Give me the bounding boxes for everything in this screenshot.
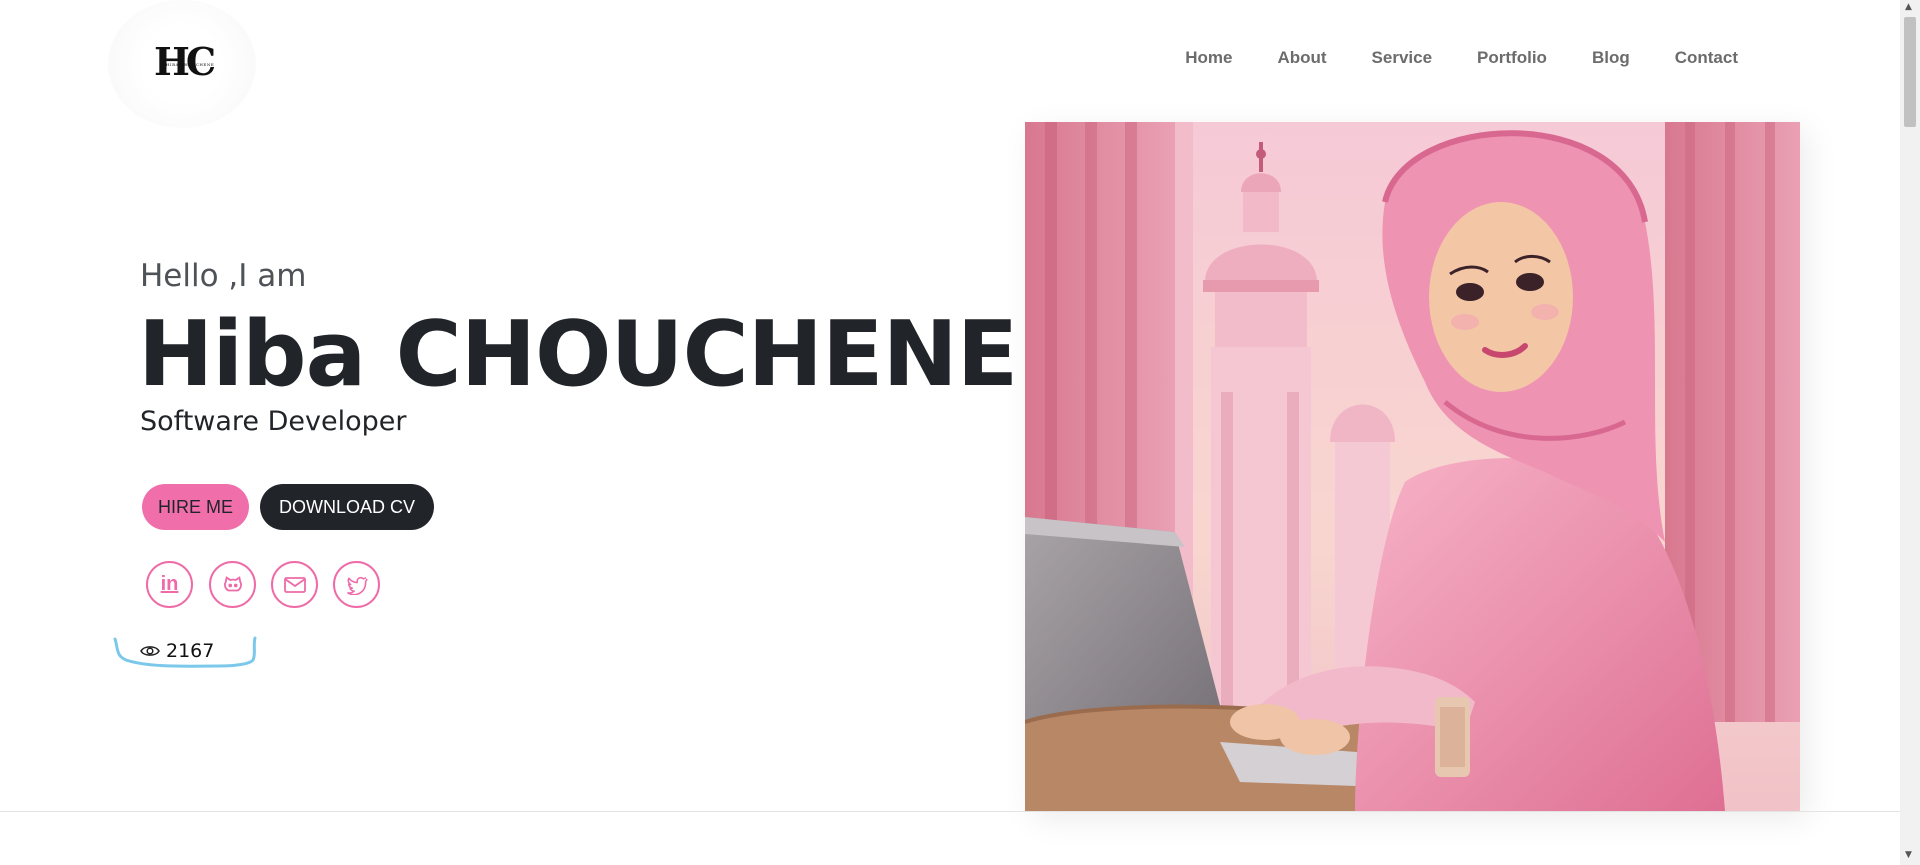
github-icon bbox=[223, 575, 242, 591]
view-count: 2167 bbox=[166, 640, 215, 662]
section-divider bbox=[0, 811, 1900, 812]
main-nav: Home About Service Portfolio Blog Contac… bbox=[1140, 48, 1738, 68]
greeting: Hello ,I am bbox=[140, 258, 307, 294]
twitter-link[interactable] bbox=[333, 561, 380, 608]
eye-icon bbox=[140, 646, 160, 656]
email-link[interactable] bbox=[271, 561, 318, 608]
twitter-icon bbox=[346, 576, 368, 595]
mail-icon bbox=[283, 576, 306, 593]
scroll-thumb[interactable] bbox=[1904, 17, 1916, 127]
logo-subtext: HIBA CHOUCHENE bbox=[166, 62, 215, 67]
hero-role: Software Developer bbox=[140, 406, 407, 437]
github-link[interactable] bbox=[209, 561, 256, 608]
nav-blog[interactable]: Blog bbox=[1592, 48, 1630, 68]
hero-illustration bbox=[1025, 122, 1800, 811]
hire-me-button[interactable]: HIRE ME bbox=[142, 484, 249, 530]
nav-home[interactable]: Home bbox=[1185, 48, 1232, 68]
linkedin-icon: in bbox=[160, 573, 179, 595]
nav-about[interactable]: About bbox=[1277, 48, 1326, 68]
download-cv-button[interactable]: DOWNLOAD CV bbox=[260, 484, 434, 530]
view-counter: 2167 bbox=[140, 640, 214, 662]
nav-portfolio[interactable]: Portfolio bbox=[1477, 48, 1547, 68]
hero-name: Hiba CHOUCHENE bbox=[138, 302, 1018, 407]
logo[interactable]: HC HIBA CHOUCHENE bbox=[108, 0, 256, 128]
nav-service[interactable]: Service bbox=[1372, 48, 1433, 68]
nav-contact[interactable]: Contact bbox=[1675, 48, 1738, 68]
logo-mark: HC HIBA CHOUCHENE bbox=[154, 42, 216, 84]
page: HC HIBA CHOUCHENE Home About Service Por… bbox=[0, 0, 1920, 865]
linkedin-link[interactable]: in bbox=[146, 561, 193, 608]
scroll-down-icon[interactable]: ▼ bbox=[1905, 850, 1912, 860]
page-scrollbar[interactable]: ▲ ▼ bbox=[1900, 0, 1920, 865]
scroll-up-icon[interactable]: ▲ bbox=[1905, 2, 1912, 12]
